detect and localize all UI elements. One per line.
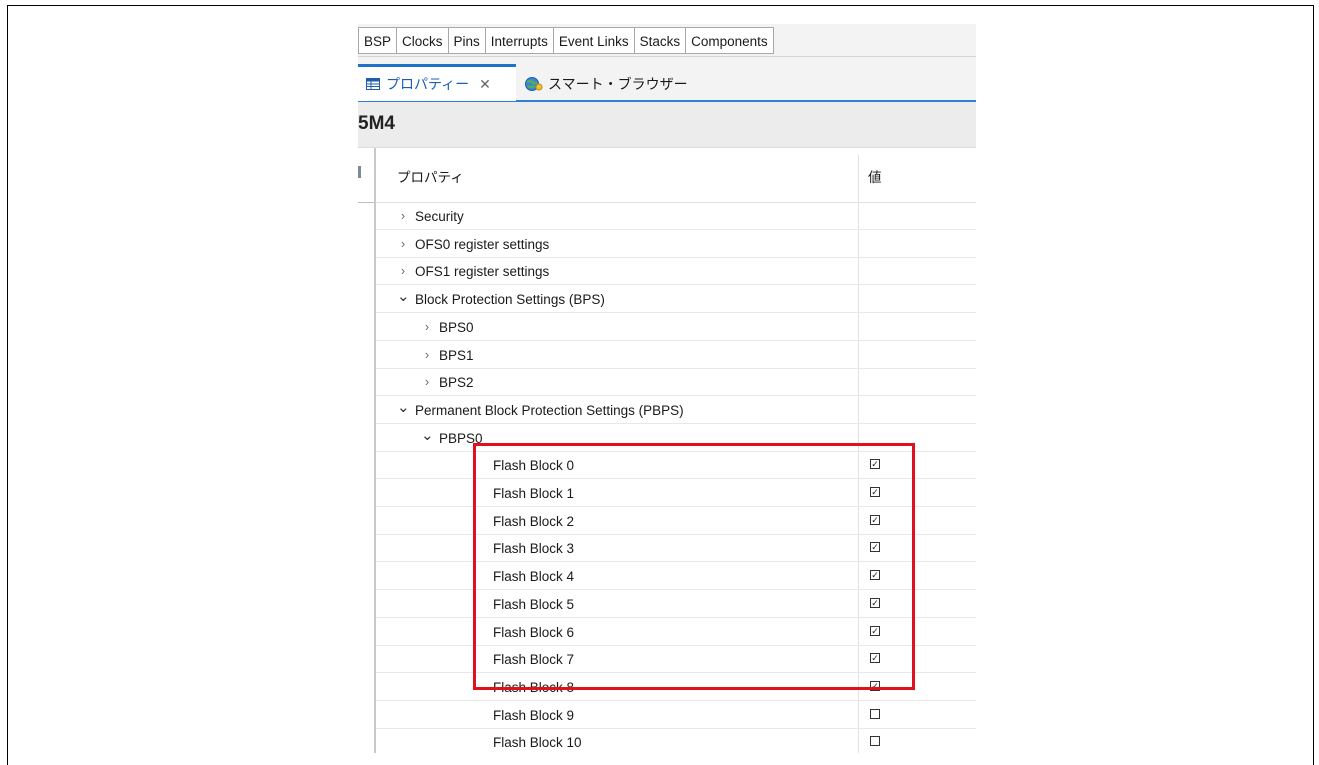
table-row[interactable]: Flash Block 9 (376, 702, 976, 729)
table-row[interactable]: › BPS1 (376, 342, 976, 369)
row-label: PBPS0 (439, 430, 483, 446)
table-row[interactable]: ⌄ PBPS0 (376, 425, 976, 452)
left-panel-tab-marker (358, 166, 361, 178)
table-row[interactable]: › OFS1 register settings (376, 258, 976, 286)
tab-event-links[interactable]: Event Links (552, 27, 634, 54)
chevron-right-icon[interactable]: › (397, 208, 409, 223)
tab-clocks[interactable]: Clocks (396, 27, 448, 54)
tab-stacks[interactable]: Stacks (633, 27, 686, 54)
row-label: Flash Block 6 (493, 624, 575, 640)
chevron-right-icon[interactable]: › (397, 236, 409, 251)
row-label: OFS1 register settings (415, 264, 550, 280)
checkbox-checked-icon[interactable]: ✓ (870, 570, 880, 581)
table-row[interactable]: › OFS0 register settings (376, 231, 976, 258)
checkbox-unchecked-icon[interactable] (870, 736, 880, 747)
table-row[interactable]: › BPS2 (376, 369, 976, 397)
checkbox-checked-icon[interactable]: ✓ (870, 514, 880, 525)
tab-components[interactable]: Components (685, 27, 774, 54)
table-row[interactable]: Flash Block 4 ✓ (376, 563, 976, 591)
row-label: Flash Block 0 (493, 458, 575, 474)
table-row[interactable]: Flash Block 1 ✓ (376, 480, 976, 507)
table-row[interactable]: ⌄ Block Protection Settings (BPS) (376, 286, 976, 314)
row-label: BPS1 (439, 347, 474, 363)
row-label: Flash Block 5 (493, 596, 575, 612)
checkbox-checked-icon[interactable]: ✓ (870, 487, 880, 497)
tab-properties-label: プロパティー (386, 76, 470, 92)
chevron-right-icon[interactable]: › (421, 319, 433, 334)
checkbox-checked-icon[interactable]: ✓ (870, 597, 880, 608)
chevron-down-icon[interactable]: ⌄ (421, 426, 434, 444)
left-panel-stub (358, 148, 374, 203)
table-row[interactable]: Flash Block 5 ✓ (376, 591, 976, 618)
table-row[interactable]: Flash Block 2 ✓ (376, 508, 976, 535)
tab-smart-browser[interactable]: スマート・ブラウザー (524, 67, 688, 101)
checkbox-checked-icon[interactable]: ✓ (870, 653, 880, 664)
table-row[interactable]: › BPS0 (376, 314, 976, 341)
table-row[interactable]: Flash Block 7 ✓ (376, 646, 976, 674)
row-label: Flash Block 7 (493, 652, 575, 668)
table-row[interactable]: ⌄ Permanent Block Protection Settings (PB… (376, 397, 976, 424)
row-label: Flash Block 1 (493, 486, 575, 501)
property-table-header: プロパティ 値 (376, 148, 976, 203)
row-label: Security (415, 209, 464, 224)
ide-window: BSP Clocks Pins Interrupts Event Links Stacks… (358, 24, 976, 753)
checkbox-checked-icon[interactable]: ✓ (870, 680, 880, 691)
configuration-tab-bar: BSP Clocks Pins Interrupts Event Links Stacks… (358, 24, 976, 57)
table-row[interactable]: Flash Block 6 ✓ (376, 619, 976, 646)
table-row[interactable]: Flash Block 3 ✓ (376, 535, 976, 563)
chevron-right-icon[interactable]: › (397, 263, 409, 278)
row-label: BPS2 (439, 375, 474, 391)
row-label: Flash Block 9 (493, 707, 575, 723)
close-icon[interactable]: ✕ (479, 76, 491, 93)
chevron-down-icon[interactable]: ⌄ (397, 398, 410, 416)
smart-browser-globe-icon (524, 76, 544, 92)
checkbox-checked-icon[interactable]: ✓ (870, 542, 880, 553)
chevron-right-icon[interactable]: › (421, 374, 433, 389)
row-label: OFS0 register settings (415, 236, 550, 252)
table-row[interactable]: Flash Block 0 ✓ (376, 452, 976, 480)
chevron-right-icon[interactable]: › (421, 347, 433, 362)
row-label: Permanent Block Protection Settings (PBP… (415, 402, 684, 418)
row-label: BPS0 (439, 319, 474, 335)
view-tab-bar: プロパティー ✕ スマート・ブラウザー (358, 57, 976, 102)
property-table: プロパティ 値 › Security › OFS0 register settings… (376, 148, 976, 753)
tab-interrupts[interactable]: Interrupts (484, 27, 553, 54)
table-row[interactable]: Flash Block 10 (376, 729, 976, 753)
row-label: Block Protection Settings (BPS) (415, 292, 605, 308)
properties-table-icon (366, 78, 380, 90)
column-header-value[interactable]: 値 (868, 166, 882, 186)
column-header-property[interactable]: プロパティ (397, 166, 464, 186)
row-label: Flash Block 10 (493, 735, 582, 751)
table-row[interactable]: › Security (376, 203, 976, 230)
table-row[interactable]: Flash Block 8 ✓ (376, 674, 976, 701)
tab-properties[interactable]: プロパティー ✕ (358, 64, 516, 101)
tab-pins[interactable]: Pins (447, 27, 485, 54)
checkbox-checked-icon[interactable]: ✓ (870, 459, 880, 470)
checkbox-checked-icon[interactable]: ✓ (870, 625, 880, 636)
tab-bsp[interactable]: BSP (358, 27, 397, 54)
row-label: Flash Block 4 (493, 569, 575, 585)
row-label: Flash Block 2 (493, 513, 575, 529)
row-label: Flash Block 8 (493, 679, 575, 695)
configuration-tabs: BSP Clocks Pins Interrupts Event Links Stacks… (358, 27, 774, 54)
checkbox-unchecked-icon[interactable] (870, 708, 880, 719)
properties-title-bar: 5M4 (358, 102, 976, 148)
row-label: Flash Block 3 (493, 541, 575, 557)
tab-smart-browser-label: スマート・ブラウザー (548, 76, 688, 92)
chevron-down-icon[interactable]: ⌄ (397, 287, 410, 305)
page-title: 5M4 (358, 113, 395, 134)
